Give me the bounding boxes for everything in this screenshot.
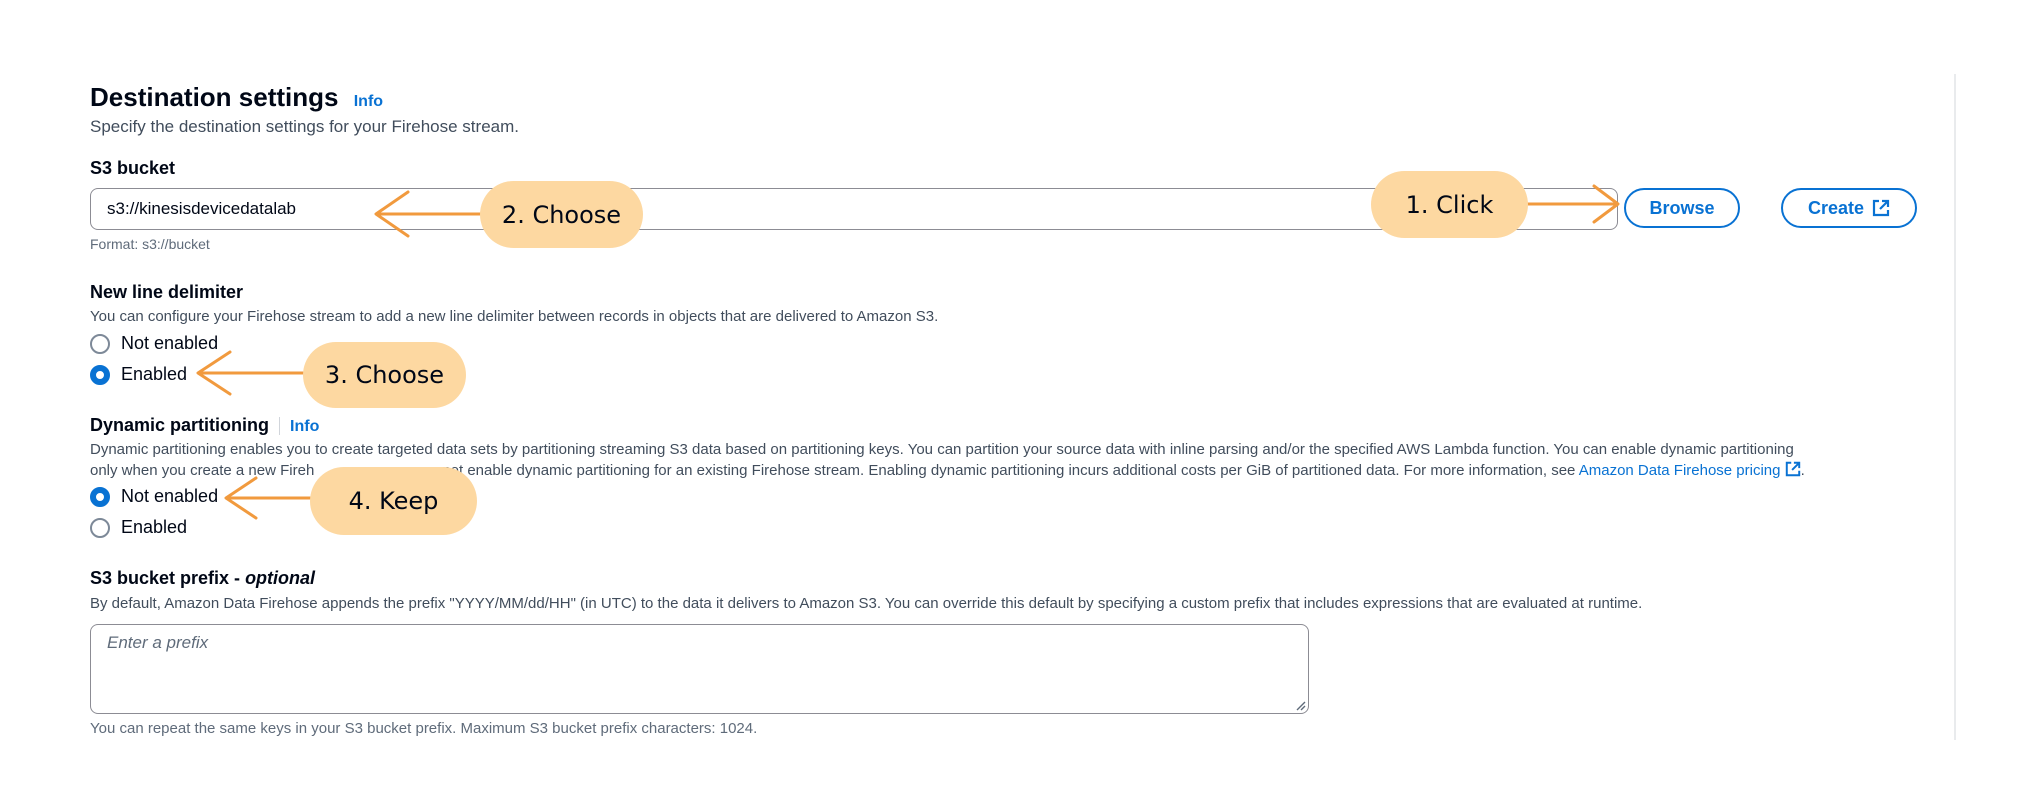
label-separator: [279, 417, 281, 436]
delimiter-option-label: Not enabled: [121, 333, 219, 353]
radio-not-enabled-selected[interactable]: [90, 486, 110, 507]
external-link-icon[interactable]: [1785, 461, 1801, 477]
s3-prefix-placeholder: Enter a prefix: [107, 633, 209, 652]
annotation-step3: 3. Choose: [303, 342, 466, 408]
delimiter-option-enabled[interactable]: Enabled: [90, 364, 187, 385]
dynamic-partitioning-description-line1: Dynamic partitioning enables you to crea…: [90, 441, 1794, 458]
partitioning-option-enabled[interactable]: Enabled: [90, 517, 187, 538]
browse-button-label: Browse: [1649, 197, 1715, 218]
dynamic-partitioning-label: Dynamic partitioning Info: [90, 415, 319, 436]
description-line2-start: only when you create a new Fireh: [90, 462, 315, 479]
s3-prefix-label: S3 bucket prefix - optional: [90, 568, 315, 589]
annotation-step4: 4. Keep: [310, 467, 477, 535]
partitioning-option-label: Not enabled: [121, 486, 219, 506]
s3-bucket-label: S3 bucket: [90, 158, 176, 178]
dynamic-partitioning-info-link[interactable]: Info: [290, 418, 319, 435]
section-description: Specify the destination settings for you…: [90, 117, 519, 136]
section-title: Destination settings Info: [90, 82, 383, 113]
annotation-step2: 2. Choose: [480, 181, 643, 248]
create-button-label: Create: [1807, 197, 1865, 218]
s3-prefix-label-text: S3 bucket prefix -: [90, 568, 246, 588]
description-line2-rest: not enable dynamic partitioning for an e…: [442, 462, 1576, 479]
create-bucket-button[interactable]: Create: [1781, 188, 1917, 228]
panel-divider: [1954, 74, 1956, 740]
radio-enabled-selected[interactable]: [90, 364, 110, 385]
new-line-delimiter-label: New line delimiter: [90, 282, 244, 302]
partitioning-option-label: Enabled: [121, 517, 188, 537]
section-title-text: Destination settings: [90, 82, 339, 112]
s3-prefix-description: By default, Amazon Data Firehose appends…: [90, 595, 1643, 612]
radio-enabled[interactable]: [90, 517, 110, 538]
new-line-delimiter-description: You can configure your Firehose stream t…: [90, 308, 939, 325]
s3-prefix-optional-tag: optional: [245, 568, 316, 588]
resize-grip-icon[interactable]: [1294, 699, 1306, 711]
browse-button[interactable]: Browse: [1624, 188, 1740, 228]
dynamic-partitioning-label-text: Dynamic partitioning: [90, 415, 270, 435]
firehose-pricing-link[interactable]: Amazon Data Firehose pricing: [1579, 462, 1781, 479]
section-info-link[interactable]: Info: [354, 93, 383, 110]
s3-bucket-format-hint: Format: s3://bucket: [90, 236, 210, 252]
external-link-icon: [1872, 199, 1890, 217]
radio-not-enabled[interactable]: [90, 333, 110, 354]
delimiter-option-not-enabled[interactable]: Not enabled: [90, 333, 218, 354]
s3-prefix-hint: You can repeat the same keys in your S3 …: [90, 720, 758, 737]
delimiter-option-label: Enabled: [121, 364, 188, 384]
partitioning-option-not-enabled[interactable]: Not enabled: [90, 486, 218, 507]
s3-prefix-textarea[interactable]: Enter a prefix: [90, 624, 1309, 714]
annotation-step1: 1. Click: [1371, 171, 1528, 238]
